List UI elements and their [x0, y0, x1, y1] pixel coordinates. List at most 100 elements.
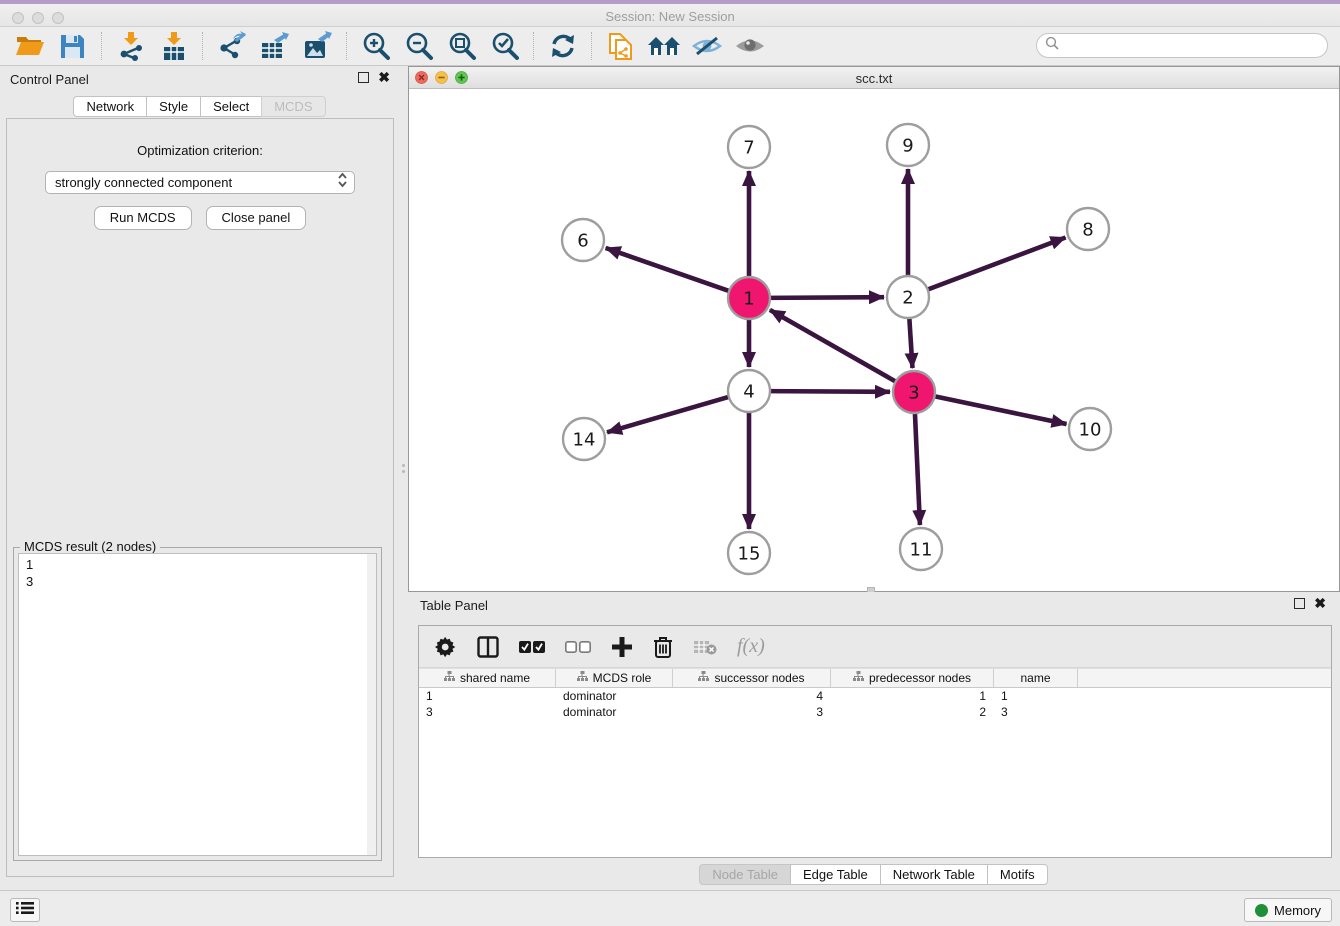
- task-history-button[interactable]: [10, 898, 40, 922]
- tab-motifs[interactable]: Motifs: [987, 864, 1048, 885]
- column-header-name[interactable]: name: [994, 669, 1078, 687]
- refresh-layout-button[interactable]: [541, 29, 584, 63]
- chevron-up-down-icon: [337, 172, 348, 193]
- network-window-titlebar[interactable]: scc.txt: [409, 67, 1339, 89]
- table-toolbar: f(x): [419, 626, 1331, 668]
- column-header-MCDS-role[interactable]: MCDS role: [556, 669, 673, 687]
- tab-mcds[interactable]: MCDS: [261, 96, 325, 117]
- float-panel-icon[interactable]: [358, 72, 369, 83]
- memory-label: Memory: [1274, 903, 1321, 918]
- edge-3-10[interactable]: [933, 396, 1067, 424]
- houses-icon: [647, 33, 681, 59]
- result-line: 1: [26, 556, 376, 573]
- table-cell: 3: [419, 705, 556, 719]
- zoom-selected-button[interactable]: [483, 29, 526, 63]
- split-columns-icon[interactable]: [477, 636, 499, 658]
- zoom-in-icon: [361, 31, 391, 61]
- network-title: scc.txt: [409, 71, 1339, 86]
- node-1[interactable]: 1: [728, 277, 770, 319]
- zoom-in-button[interactable]: [354, 29, 397, 63]
- memory-status-icon: [1255, 904, 1268, 917]
- tab-select[interactable]: Select: [200, 96, 262, 117]
- zoom-fit-button[interactable]: [440, 29, 483, 63]
- edge-3-11[interactable]: [915, 411, 920, 525]
- node-7[interactable]: 7: [728, 126, 770, 168]
- show-view-button[interactable]: [728, 29, 771, 63]
- tab-network[interactable]: Network: [73, 96, 147, 117]
- mcds-panel: Optimization criterion: strongly connect…: [6, 118, 394, 877]
- close-panel-button[interactable]: Close panel: [206, 206, 307, 230]
- table-panel: Table Panel ✖ f(x) shared nameMCDS roles…: [408, 592, 1340, 890]
- search-input[interactable]: [1064, 36, 1327, 56]
- run-mcds-button[interactable]: Run MCDS: [94, 206, 192, 230]
- zoom-selected-icon: [490, 31, 520, 61]
- memory-button[interactable]: Memory: [1244, 898, 1332, 922]
- network-canvas[interactable]: 7 9 6 8 1 2 4 3 14 10 15 11: [409, 90, 1339, 591]
- import-network-icon: [117, 31, 145, 61]
- column-header-successor-nodes[interactable]: successor nodes: [673, 669, 831, 687]
- table-settings-gear-icon[interactable]: [435, 636, 457, 658]
- svg-text:4: 4: [743, 381, 754, 402]
- deselect-all-checkboxes-icon[interactable]: [565, 640, 591, 654]
- edge-4-14[interactable]: [607, 396, 731, 432]
- table-cell: 2: [831, 705, 994, 719]
- mcds-result-list[interactable]: 13: [18, 553, 377, 856]
- node-3[interactable]: 3: [893, 371, 935, 413]
- delete-table-icon[interactable]: [693, 639, 717, 655]
- panel-splitter-handle[interactable]: [401, 464, 406, 478]
- column-header-shared-name[interactable]: shared name: [419, 669, 556, 687]
- table-row[interactable]: 3dominator323: [419, 704, 1331, 720]
- export-image-button[interactable]: [296, 29, 339, 63]
- column-header-predecessor-nodes[interactable]: predecessor nodes: [831, 669, 994, 687]
- zoom-out-button[interactable]: [397, 29, 440, 63]
- edge-2-3[interactable]: [909, 316, 912, 368]
- node-11[interactable]: 11: [900, 528, 942, 570]
- hide-view-button[interactable]: [685, 29, 728, 63]
- node-4[interactable]: 4: [728, 370, 770, 412]
- result-line: 3: [26, 573, 376, 590]
- tab-network-table[interactable]: Network Table: [880, 864, 988, 885]
- close-table-panel-icon[interactable]: ✖: [1314, 598, 1326, 609]
- hierarchy-icon: [853, 671, 864, 685]
- home-overview-button[interactable]: [642, 29, 685, 63]
- node-2[interactable]: 2: [887, 276, 929, 318]
- table-cell: 4: [673, 689, 831, 703]
- node-9[interactable]: 9: [887, 124, 929, 166]
- export-table-button[interactable]: [253, 29, 296, 63]
- edge-3-1[interactable]: [770, 310, 898, 383]
- node-14[interactable]: 14: [563, 418, 605, 460]
- result-scrollbar[interactable]: [367, 554, 376, 855]
- edge-2-8[interactable]: [926, 237, 1066, 290]
- node-8[interactable]: 8: [1067, 208, 1109, 250]
- select-all-checkboxes-icon[interactable]: [519, 640, 545, 654]
- open-session-button[interactable]: [8, 29, 51, 63]
- float-table-panel-icon[interactable]: [1294, 598, 1305, 609]
- node-10[interactable]: 10: [1069, 408, 1111, 450]
- search-box[interactable]: [1036, 33, 1328, 58]
- duplicate-network-button[interactable]: [599, 29, 642, 63]
- node-15[interactable]: 15: [728, 532, 770, 574]
- table-header-row[interactable]: shared nameMCDS rolesuccessor nodesprede…: [419, 668, 1331, 688]
- criterion-select[interactable]: strongly connected component: [45, 171, 355, 194]
- import-network-button[interactable]: [109, 29, 152, 63]
- table-panel-title: Table Panel: [420, 598, 488, 613]
- tab-node-table[interactable]: Node Table: [699, 864, 791, 885]
- function-builder-icon[interactable]: f(x): [737, 635, 765, 658]
- tab-style[interactable]: Style: [146, 96, 201, 117]
- edge-1-2[interactable]: [768, 297, 884, 298]
- svg-text:6: 6: [577, 230, 588, 251]
- add-column-plus-icon[interactable]: [611, 636, 633, 658]
- node-6[interactable]: 6: [562, 219, 604, 261]
- edge-4-3[interactable]: [768, 391, 890, 392]
- save-session-button[interactable]: [51, 29, 94, 63]
- tab-edge-table[interactable]: Edge Table: [790, 864, 881, 885]
- table-row[interactable]: 1dominator411: [419, 688, 1331, 704]
- edge-1-6[interactable]: [606, 248, 731, 292]
- close-panel-icon[interactable]: ✖: [378, 72, 390, 83]
- control-panel: Control Panel ✖ Network Style Select MCD…: [0, 66, 400, 890]
- delete-column-trash-icon[interactable]: [653, 636, 673, 658]
- export-network-button[interactable]: [210, 29, 253, 63]
- import-table-button[interactable]: [152, 29, 195, 63]
- main-titlebar: Session: New Session: [0, 0, 1340, 27]
- control-panel-header: Control Panel ✖: [0, 66, 400, 94]
